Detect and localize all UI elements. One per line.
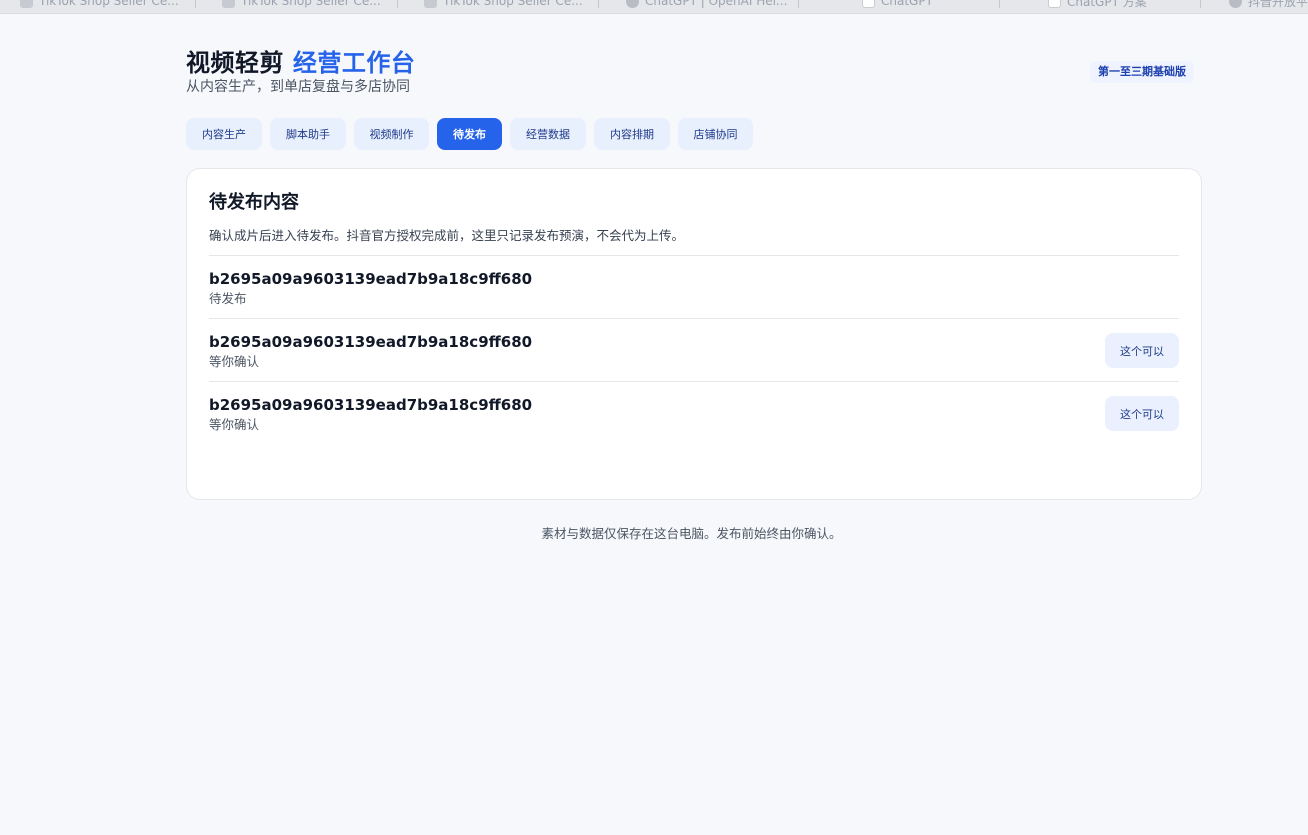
browser-tab[interactable]: ChatGPT 方案 [1048,0,1147,9]
item-id: b2695a09a9603139ead7b9a18c9ff680 [209,396,533,414]
tab-separator [1200,0,1201,8]
approve-button[interactable]: 这个可以 [1105,396,1179,431]
item-status: 待发布 [209,291,247,306]
item-status: 等你确认 [209,354,260,369]
card-description: 确认成片后进入待发布。抖音官方授权完成前，这里只记录发布预演，不会代为上传。 [209,228,685,243]
list-item: b2695a09a9603139ead7b9a18c9ff680 待发布 [209,255,1179,318]
tab-script-assistant[interactable]: 脚本助手 [270,118,346,150]
page-subtitle: 从内容生产，到单店复盘与多店协同 [186,79,410,95]
tab-pending-publish[interactable]: 待发布 [437,118,502,150]
browser-tab-title: TikTok Shop Seller Ce... [443,0,583,8]
shop-favicon-icon [222,0,235,8]
openai-favicon-icon [626,0,639,8]
shop-favicon-icon [20,0,33,8]
browser-tab[interactable]: ChatGPT | OpenAI Hel... [626,0,787,8]
browser-tab[interactable]: 抖音开放平 [1229,0,1308,9]
browser-tab[interactable]: TikTok Shop Seller Ce... [20,0,179,8]
tab-separator [798,0,799,8]
browser-tab-title: ChatGPT 方案 [1067,0,1147,9]
tab-content-schedule[interactable]: 内容排期 [594,118,670,150]
item-id: b2695a09a9603139ead7b9a18c9ff680 [209,333,533,351]
tab-separator [397,0,398,8]
pending-publish-card: 待发布内容 确认成片后进入待发布。抖音官方授权完成前，这里只记录发布预演，不会代… [186,168,1202,500]
card-title: 待发布内容 [209,192,299,213]
item-status: 等你确认 [209,417,260,432]
tab-separator [598,0,599,8]
openai-favicon-icon [1048,0,1061,8]
list-item: b2695a09a9603139ead7b9a18c9ff680 等你确认 这个… [209,318,1179,381]
browser-tab-strip: TikTok Shop Seller Ce... TikTok Shop Sel… [0,0,1308,14]
browser-tab[interactable]: TikTok Shop Seller Ce... [222,0,381,8]
tab-store-collaboration[interactable]: 店铺协同 [678,118,753,150]
browser-tab[interactable]: ChatGPT [862,0,933,8]
footer-note: 素材与数据仅保存在这台电脑。发布前始终由你确认。 [541,526,842,541]
tab-separator [999,0,1000,8]
list-item: b2695a09a9603139ead7b9a18c9ff680 等你确认 这个… [209,381,1179,444]
page-title-main: 视频轻剪 [186,49,284,77]
edition-badge: 第一至三期基础版 [1090,61,1194,83]
openai-favicon-icon [862,0,875,8]
tab-content-production[interactable]: 内容生产 [186,118,262,150]
douyin-favicon-icon [1229,0,1242,8]
browser-tab[interactable]: TikTok Shop Seller Ce... [424,0,583,8]
shop-favicon-icon [424,0,437,8]
page-title: 视频轻剪 经营工作台 [186,47,415,79]
browser-tab-title: TikTok Shop Seller Ce... [241,0,381,8]
browser-tab-title: TikTok Shop Seller Ce... [39,0,179,8]
browser-tab-title: ChatGPT | OpenAI Hel... [645,0,788,8]
approve-button[interactable]: 这个可以 [1105,333,1179,368]
item-id: b2695a09a9603139ead7b9a18c9ff680 [209,270,533,288]
page-title-accent: 经营工作台 [292,49,416,77]
tab-business-data[interactable]: 经营数据 [510,118,586,150]
tab-separator [195,0,196,8]
browser-tab-title: ChatGPT [881,0,933,8]
tab-video-production[interactable]: 视频制作 [354,118,429,150]
browser-tab-title: 抖音开放平 [1248,0,1308,9]
